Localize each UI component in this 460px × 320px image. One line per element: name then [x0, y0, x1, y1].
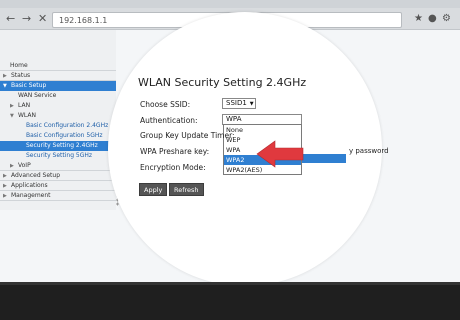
refresh-button[interactable]: Refresh: [169, 183, 204, 196]
authentication-label: Authentication:: [140, 116, 198, 125]
chevron-down-icon: ▼: [249, 101, 254, 107]
ssid-value: SSID1: [226, 99, 247, 107]
sidebar-item-home[interactable]: Home: [0, 61, 116, 71]
sidebar-item-voip[interactable]: ▶ VoIP: [0, 161, 116, 171]
sidebar-item-basic-setup[interactable]: ▼ Basic Setup: [0, 81, 116, 91]
expand-arrow-icon: ▶: [3, 183, 7, 189]
gear-icon[interactable]: ⚙: [442, 13, 451, 25]
sidebar: Home ▶ Status ▼ Basic Setup WAN Service ▶ L…: [0, 30, 116, 210]
authentication-value: WPA: [226, 115, 242, 123]
collapse-arrow-icon: ▼: [10, 113, 14, 119]
ssid-select[interactable]: SSID1 ▼: [222, 98, 256, 109]
sidebar-item-applications[interactable]: ▶ Applications: [0, 181, 116, 191]
expand-arrow-icon: ▶: [3, 73, 7, 79]
sidebar-item-status[interactable]: ▶ Status: [0, 71, 116, 81]
selection-highlight-bar: [302, 154, 346, 163]
wpa-preshare-key-label: WPA Preshare key:: [140, 147, 210, 156]
expand-arrow-icon: ▶: [3, 173, 7, 179]
collapse-arrow-icon: ▼: [3, 83, 7, 89]
expand-arrow-icon: ▶: [10, 103, 14, 109]
apply-button[interactable]: Apply: [139, 183, 168, 196]
laptop-bezel-edge: [0, 282, 460, 285]
star-icon[interactable]: ★: [414, 13, 423, 25]
sidebar-item-basic-config-24[interactable]: Basic Configuration 2.4GHz: [0, 121, 116, 131]
url-text: 192.168.1.1: [59, 16, 108, 25]
choose-ssid-label: Choose SSID:: [140, 100, 191, 109]
camera-icon[interactable]: ●: [428, 13, 437, 25]
back-icon[interactable]: ←: [6, 13, 15, 25]
close-icon[interactable]: ✕: [38, 13, 47, 25]
sidebar-item-advanced-setup[interactable]: ▶ Advanced Setup: [0, 171, 116, 181]
auth-option-none[interactable]: None: [224, 125, 301, 135]
sidebar-item-basic-config-5[interactable]: Basic Configuration 5GHz: [0, 131, 116, 141]
encryption-mode-label: Encryption Mode:: [140, 163, 206, 172]
sidebar-item-lan[interactable]: ▶ LAN: [0, 101, 116, 111]
sidebar-item-wlan[interactable]: ▼ WLAN: [0, 111, 116, 121]
pointer-arrow-icon: [256, 140, 304, 168]
sidebar-item-security-24[interactable]: Security Setting 2.4GHz: [0, 141, 116, 151]
expand-arrow-icon: ▶: [10, 163, 14, 169]
group-key-timer-label: Group Key Update Timer:: [140, 131, 235, 140]
display-password-label: y password: [349, 147, 389, 155]
sidebar-item-wan-service[interactable]: WAN Service: [0, 91, 116, 101]
forward-icon[interactable]: →: [22, 13, 31, 25]
page-title: WLAN Security Setting 2.4GHz: [138, 76, 307, 89]
tab-strip: [0, 0, 460, 8]
laptop-bezel: [0, 282, 460, 320]
sidebar-item-management[interactable]: ▶ Management: [0, 191, 116, 201]
sidebar-item-security-5[interactable]: Security Setting 5GHz: [0, 151, 116, 161]
expand-arrow-icon: ▶: [3, 193, 7, 199]
